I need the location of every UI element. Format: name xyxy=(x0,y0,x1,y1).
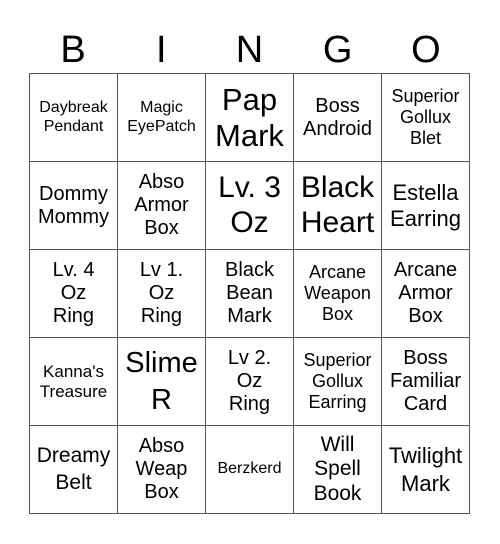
bingo-cell[interactable]: Dreamy Belt xyxy=(30,426,118,514)
bingo-cell[interactable]: Lv. 3 Oz xyxy=(206,162,294,250)
bingo-cell[interactable]: Lv. 4 Oz Ring xyxy=(30,250,118,338)
bingo-cell[interactable]: Twilight Mark xyxy=(382,426,470,514)
bingo-cell[interactable]: Black Heart xyxy=(294,162,382,250)
bingo-cell[interactable]: Estella Earring xyxy=(382,162,470,250)
bingo-cell[interactable]: Slime R xyxy=(118,338,206,426)
header-letter-g: G xyxy=(322,29,353,71)
bingo-cell[interactable]: Abso Armor Box xyxy=(118,162,206,250)
header-letter-o: O xyxy=(411,29,441,71)
header-letter-i: I xyxy=(156,29,167,71)
bingo-cell[interactable]: Boss Android xyxy=(294,74,382,162)
bingo-cell[interactable]: Superior Gollux Blet xyxy=(382,74,470,162)
bingo-cell[interactable]: Kanna's Treasure xyxy=(30,338,118,426)
bingo-cell[interactable]: Magic EyePatch xyxy=(118,74,206,162)
bingo-cell[interactable]: Pap Mark xyxy=(206,74,294,162)
bingo-header: B I N G O xyxy=(29,28,470,72)
bingo-cell[interactable]: Daybreak Pendant xyxy=(30,74,118,162)
bingo-cell[interactable]: Arcane Armor Box xyxy=(382,250,470,338)
header-letter-n: N xyxy=(235,29,264,71)
bingo-cell[interactable]: Lv 2. Oz Ring xyxy=(206,338,294,426)
bingo-cell[interactable]: Dommy Mommy xyxy=(30,162,118,250)
header-letter-b: B xyxy=(60,29,86,71)
bingo-grid: Daybreak Pendant Magic EyePatch Pap Mark… xyxy=(29,73,470,514)
bingo-cell[interactable]: Will Spell Book xyxy=(294,426,382,514)
bingo-cell[interactable]: Superior Gollux Earring xyxy=(294,338,382,426)
bingo-cell[interactable]: Boss Familiar Card xyxy=(382,338,470,426)
bingo-cell[interactable]: Lv 1. Oz Ring xyxy=(118,250,206,338)
bingo-cell[interactable]: Berzkerd xyxy=(206,426,294,514)
bingo-cell[interactable]: Abso Weap Box xyxy=(118,426,206,514)
bingo-cell[interactable]: Arcane Weapon Box xyxy=(294,250,382,338)
bingo-cell[interactable]: Black Bean Mark xyxy=(206,250,294,338)
